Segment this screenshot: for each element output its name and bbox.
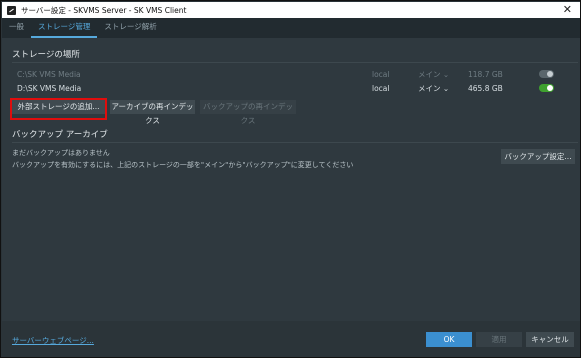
reindex-backup-button[interactable]: バックアップの再インデックス	[200, 100, 296, 125]
tab-storage-management[interactable]: ストレージ管理	[31, 18, 98, 38]
backup-section-title: バックアップ アーカイブ	[12, 130, 108, 140]
storage-path: D:\SK VMS Media	[17, 83, 82, 93]
storage-path: C:\SK VMS Media	[17, 69, 81, 79]
storage-type: local	[372, 69, 390, 79]
apply-button[interactable]: 適用	[476, 332, 522, 347]
divider	[12, 142, 578, 143]
tab-storage-analytics[interactable]: ストレージ解析	[97, 18, 163, 38]
storage-type: local	[372, 83, 390, 93]
storage-toggle[interactable]	[539, 84, 554, 92]
storage-panel: ストレージの場所 C:\SK VMS Media local メイン ⌄ 118…	[2, 38, 580, 321]
title-bar: サーバー設定 - SKVMS Server - SK VMS Client ✕	[2, 2, 580, 18]
dialog-footer: サーバーウェブページ... OK 適用 キャンセル	[2, 321, 580, 357]
backup-hint-text: バックアップを有効にするには、上記のストレージの一部を"メイン"から"バックアッ…	[12, 161, 354, 169]
divider	[12, 62, 578, 63]
cancel-button[interactable]: キャンセル	[526, 332, 574, 347]
storage-section-title: ストレージの場所	[12, 50, 80, 60]
no-backup-text: まだバックアップはありません	[12, 149, 110, 157]
window-title: サーバー設定 - SKVMS Server - SK VMS Client	[21, 5, 187, 15]
storage-role-dropdown[interactable]: メイン ⌄	[418, 83, 468, 94]
toggle-knob	[547, 85, 553, 91]
storage-toggle[interactable]	[539, 70, 554, 78]
toggle-knob	[547, 71, 553, 77]
tab-general[interactable]: 一般	[2, 18, 31, 38]
storage-row: D:\SK VMS Media local メイン ⌄ 465.8 GB	[17, 82, 577, 94]
close-icon[interactable]: ✕	[563, 3, 572, 16]
storage-role-dropdown[interactable]: メイン ⌄	[418, 69, 468, 80]
storage-size: 465.8 GB	[468, 83, 503, 93]
backup-settings-button[interactable]: バックアップ設定...	[501, 149, 575, 164]
storage-size: 118.7 GB	[468, 69, 503, 79]
reindex-archive-button[interactable]: アーカイブの再インデックス	[110, 100, 195, 125]
app-icon	[7, 5, 16, 15]
server-web-page-link[interactable]: サーバーウェブページ...	[12, 335, 94, 346]
tab-bar: 一般 ストレージ管理 ストレージ解析	[2, 18, 580, 38]
ok-button[interactable]: OK	[426, 332, 472, 347]
settings-dialog: サーバー設定 - SKVMS Server - SK VMS Client ✕ …	[0, 0, 581, 358]
highlight-box	[10, 98, 107, 120]
storage-row: C:\SK VMS Media local メイン ⌄ 118.7 GB	[17, 68, 577, 80]
